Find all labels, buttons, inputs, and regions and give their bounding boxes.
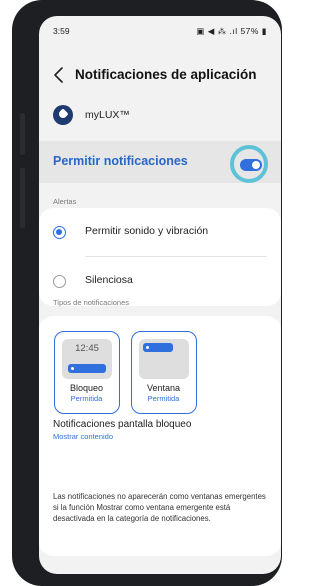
allow-notifications-label: Permitir notificaciones <box>53 154 188 168</box>
tile-name: Ventana <box>146 383 181 393</box>
info-note: Las notificaciones no aparecerán como ve… <box>53 492 266 523</box>
tile-lock-screen[interactable]: 12:45 Bloqueo Permitida <box>54 331 120 414</box>
power-button <box>20 168 25 228</box>
tile-popup[interactable]: Ventana Permitida <box>131 331 197 414</box>
types-section-label: Tipos de notificaciones <box>53 298 130 307</box>
preview-clock: 12:45 <box>75 343 99 354</box>
lock-screen-setting-value: Mostrar contenido <box>53 432 114 441</box>
popup-preview <box>139 339 189 379</box>
status-bar: 3:59 ▣ ◀ ⁂ .ıl 57% ▮ <box>39 16 281 38</box>
notification-bar-icon <box>143 343 173 352</box>
app-info-row: myLUX™ <box>39 105 281 129</box>
alerts-section-label: Alertas <box>53 197 77 206</box>
lock-screen-preview: 12:45 <box>62 339 112 379</box>
radio-unselected[interactable] <box>53 275 66 288</box>
phone-screen: 3:59 ▣ ◀ ⁂ .ıl 57% ▮ Notificaciones de a… <box>39 16 281 574</box>
app-name: myLUX™ <box>85 109 130 121</box>
chevron-left-icon <box>54 67 63 83</box>
status-icons: ▣ ◀ ⁂ .ıl 57% ▮ <box>196 26 267 36</box>
tile-name: Bloqueo <box>69 383 104 393</box>
allow-notifications-toggle[interactable] <box>240 159 262 171</box>
alert-option-label: Silenciosa <box>85 274 133 286</box>
alerts-card: Permitir sonido y vibración Silenciosa <box>39 208 281 306</box>
alert-option-sound-vibration[interactable]: Permitir sonido y vibración <box>39 208 281 257</box>
toggle-highlight-circle <box>230 145 268 183</box>
tile-status: Permitida <box>70 394 103 403</box>
notification-types-card: 12:45 Bloqueo Permitida Ventana Permitid… <box>39 316 281 556</box>
status-time: 3:59 <box>53 26 70 36</box>
page-title: Notificaciones de aplicación <box>75 67 257 82</box>
alert-option-label: Permitir sonido y vibración <box>85 225 209 237</box>
notification-bar-icon <box>68 364 106 373</box>
phone-frame: 3:59 ▣ ◀ ⁂ .ıl 57% ▮ Notificaciones de a… <box>12 0 282 586</box>
tile-status: Permitida <box>147 394 180 403</box>
back-button[interactable] <box>51 64 69 86</box>
lock-screen-setting-title: Notificaciones pantalla bloqueo <box>53 419 192 430</box>
radio-selected[interactable] <box>53 226 66 239</box>
app-logo-icon <box>53 105 73 125</box>
app-bar: Notificaciones de aplicación <box>39 64 281 86</box>
allow-notifications-row[interactable]: Permitir notificaciones <box>39 141 281 183</box>
volume-button <box>20 113 25 155</box>
